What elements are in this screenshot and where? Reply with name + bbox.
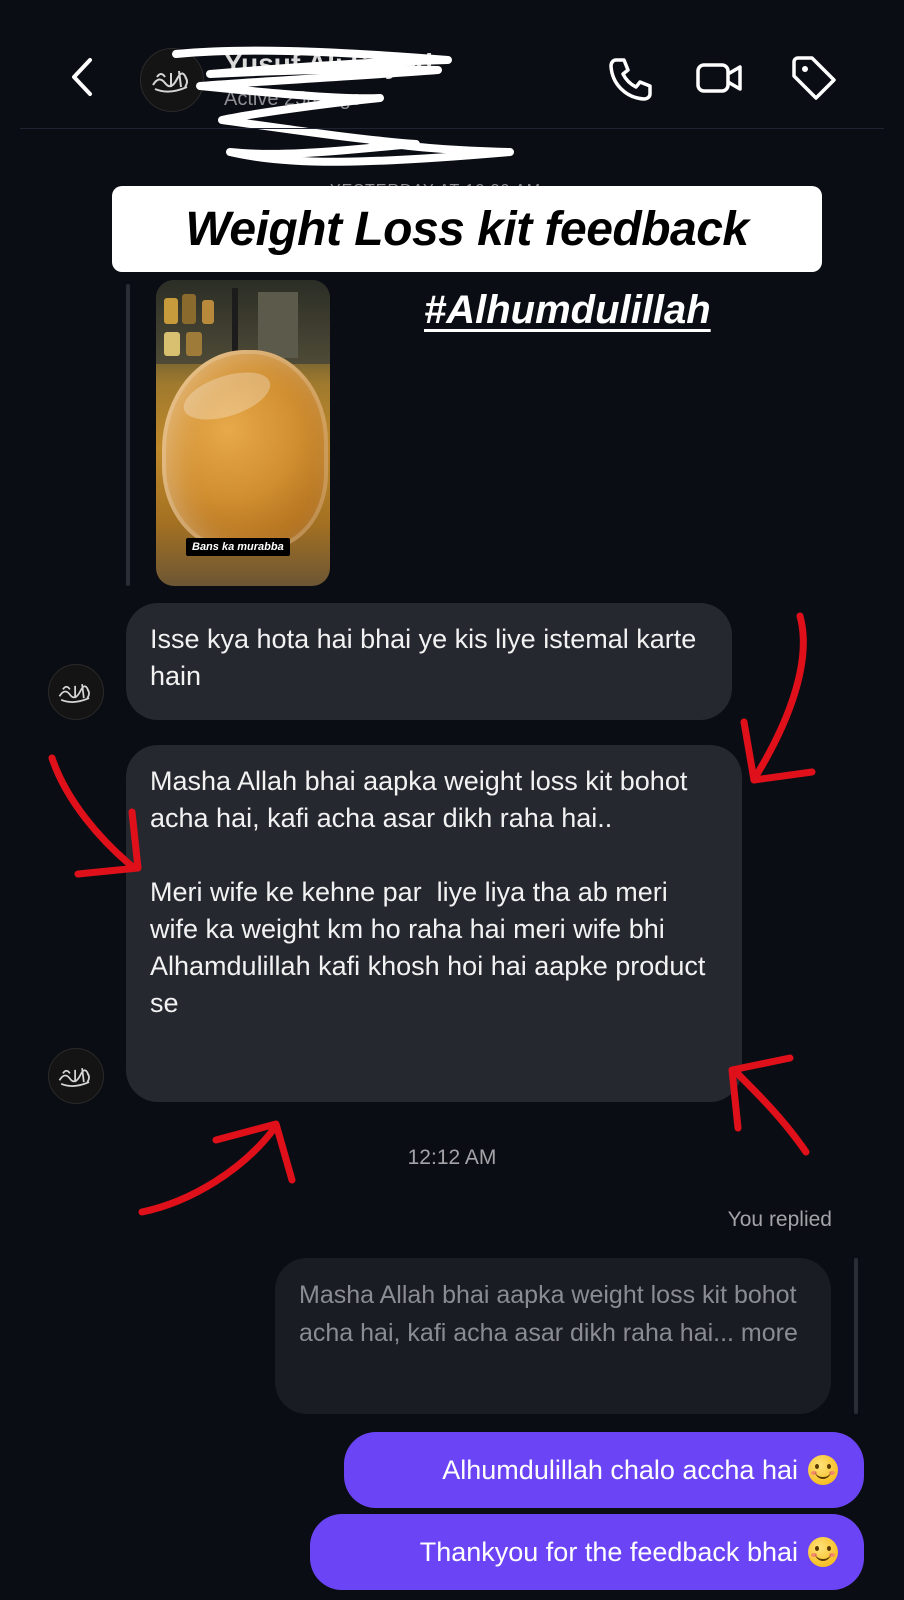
story-thumbnail[interactable]: Bans ka murabba xyxy=(156,280,330,586)
you-replied-label: You replied xyxy=(727,1208,832,1231)
red-arrow-icon xyxy=(752,612,807,780)
chevron-left-icon xyxy=(72,58,92,96)
thumbnail-caption: Bans ka murabba xyxy=(186,538,290,556)
incoming-message[interactable]: Isse kya hota hai bhai ye kis liye istem… xyxy=(126,603,732,720)
red-arrow-icon xyxy=(740,718,816,784)
video-call-button[interactable] xyxy=(694,52,746,104)
sender-avatar[interactable] xyxy=(48,664,104,720)
quoted-reply[interactable]: Masha Allah bhai aapka weight loss kit b… xyxy=(275,1258,831,1414)
message-paragraph: Meri wife ke kehne par liye liya tha ab … xyxy=(150,877,713,1018)
phone-icon xyxy=(609,58,652,101)
header-divider xyxy=(20,128,884,129)
incoming-message[interactable]: Masha Allah bhai aapka weight loss kit b… xyxy=(126,745,742,1102)
reply-rail xyxy=(854,1258,858,1414)
story-reply-rail xyxy=(126,284,130,586)
chat-header: Yusuf Ali Sayed Active 25m ago xyxy=(0,0,904,166)
calligraphy-logo-icon xyxy=(58,684,90,703)
video-camera-icon xyxy=(696,63,742,93)
calligraphy-logo-icon xyxy=(58,1068,90,1087)
message-text: Thankyou for the feedback bhai xyxy=(419,1536,798,1567)
red-arrow-icon xyxy=(730,1066,810,1156)
hashtag-text: #Alhumdulillah xyxy=(424,288,711,332)
tag-icon xyxy=(792,56,836,100)
banner-title: Weight Loss kit feedback xyxy=(185,202,749,256)
redaction-scribble xyxy=(172,46,514,166)
tag-button[interactable] xyxy=(788,52,840,104)
outgoing-message[interactable]: Thankyou for the feedback bhai xyxy=(310,1514,864,1590)
smiling-face-icon xyxy=(808,1537,838,1567)
message-timestamp: 12:12 AM xyxy=(407,1146,497,1169)
smiling-face-icon xyxy=(808,1455,838,1485)
feedback-banner: Weight Loss kit feedback xyxy=(112,186,822,272)
back-button[interactable] xyxy=(58,52,108,102)
sender-avatar[interactable] xyxy=(48,1048,104,1104)
message-text: Alhumdulillah chalo accha hai xyxy=(442,1454,798,1485)
outgoing-message[interactable]: Alhumdulillah chalo accha hai xyxy=(344,1432,864,1508)
message-paragraph: Masha Allah bhai aapka weight loss kit b… xyxy=(150,766,695,833)
red-arrow-icon xyxy=(48,754,138,872)
call-button[interactable] xyxy=(602,52,654,104)
